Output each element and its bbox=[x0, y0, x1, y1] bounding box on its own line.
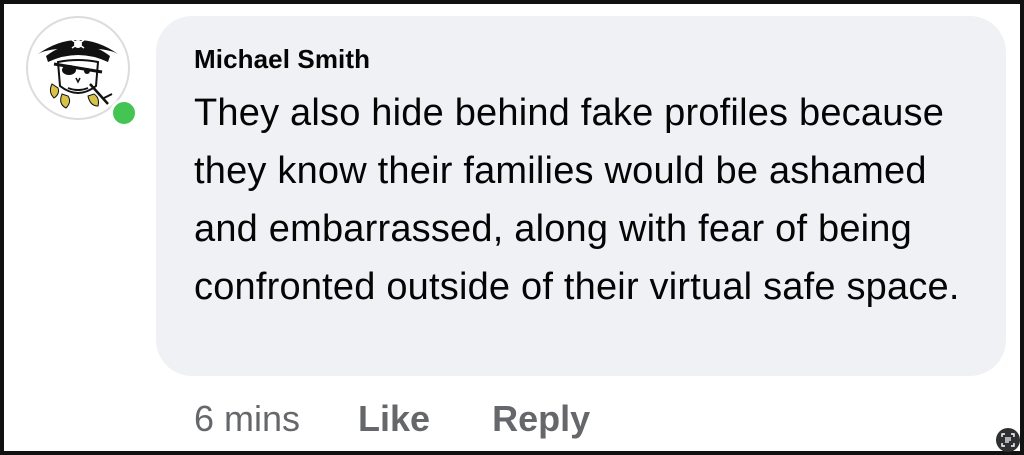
online-status-dot bbox=[110, 99, 138, 127]
comment-text: They also hide behind fake profiles beca… bbox=[194, 92, 960, 308]
comment-timestamp[interactable]: 6 mins bbox=[194, 398, 300, 440]
scan-text-icon[interactable] bbox=[996, 428, 1020, 452]
screenshot-frame: Michael Smith They also hide behind fake… bbox=[0, 0, 1024, 455]
comment-author-name[interactable]: Michael Smith bbox=[194, 44, 968, 74]
reply-button[interactable]: Reply bbox=[492, 398, 590, 440]
comment-bubble: Michael Smith They also hide behind fake… bbox=[156, 16, 1006, 376]
like-button[interactable]: Like bbox=[358, 398, 430, 440]
comment-actions: 6 mins Like Reply bbox=[194, 397, 652, 441]
